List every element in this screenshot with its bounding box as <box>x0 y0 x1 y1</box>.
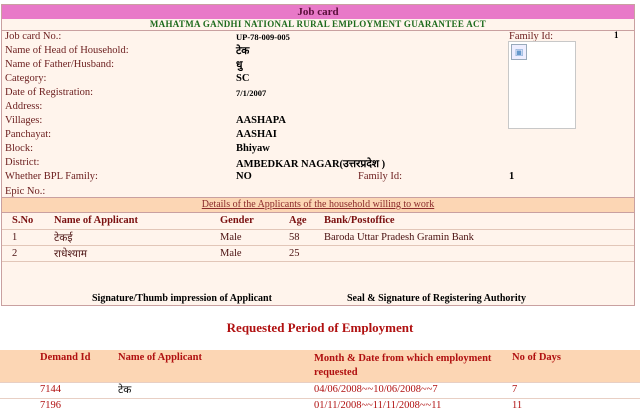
cell-sno: 1 <box>12 232 18 243</box>
col-applicant-name: Name of Applicant <box>118 352 202 363</box>
act-title: MAHATMA GANDHI NATIONAL RURAL EMPLOYMENT… <box>2 19 634 31</box>
table-row: 7196 01/11/2008~~11/11/2008~~11 11 <box>0 398 640 414</box>
label-category: Category: <box>5 73 47 84</box>
job-card-header: Job card <box>2 5 634 19</box>
label-date-registration: Date of Registration: <box>5 87 94 98</box>
cell-demand-id: 7196 <box>40 400 61 411</box>
table-row: 7144 टेक 04/06/2008~~10/06/2008~~7 7 <box>0 382 640 398</box>
job-card-panel: Job card MAHATMA GANDHI NATIONAL RURAL E… <box>1 4 635 306</box>
value-category: SC <box>236 73 250 84</box>
col-demand-id: Demand Id <box>40 352 91 363</box>
label-father-husband: Name of Father/Husband: <box>5 59 115 70</box>
col-name: Name of Applicant <box>54 215 138 226</box>
cell-sno: 2 <box>12 248 18 259</box>
cell-bank: Baroda Uttar Pradesh Gramin Bank <box>324 232 474 243</box>
family-id-label-2: Family Id: <box>358 171 403 182</box>
employment-table-header: Demand Id Name of Applicant Month & Date… <box>0 350 640 382</box>
cell-period: 04/06/2008~~10/06/2008~~7 <box>314 384 438 395</box>
col-month-date: Month & Date from which employment reque… <box>314 353 492 378</box>
table-row: 1 टेकई Male 58 Baroda Uttar Pradesh Gram… <box>2 229 634 245</box>
value-district: AMBEDKAR NAGAR(उत्तरप्रदेश ) <box>236 159 386 170</box>
family-id-value-2: 1 <box>509 171 515 182</box>
cell-gender: Male <box>220 248 242 259</box>
value-block: Bhiyaw <box>236 143 270 154</box>
label-district: District: <box>5 157 40 168</box>
label-block: Block: <box>5 143 33 154</box>
label-villages: Villages: <box>5 115 43 126</box>
applicants-details-title: Details of the Applicants of the househo… <box>2 197 634 213</box>
value-head-of-household: टेक <box>236 46 250 57</box>
label-head-of-household: Name of Head of Household: <box>5 45 129 56</box>
signature-authority: Seal & Signature of Registering Authorit… <box>347 293 526 304</box>
cell-demand-id: 7144 <box>40 384 61 395</box>
cell-applicant-name: टेक <box>118 385 132 396</box>
cell-days: 7 <box>512 384 518 395</box>
value-panchayat: AASHAI <box>236 129 277 140</box>
col-bank: Bank/Postoffice <box>324 215 395 226</box>
cell-period: 01/11/2008~~11/11/2008~~11 <box>314 400 442 411</box>
table-row: 2 राधेश्याम Male 25 <box>2 245 634 262</box>
cell-age: 25 <box>289 248 300 259</box>
label-epic-no: Epic No.: <box>5 186 46 197</box>
cell-days: 11 <box>512 400 523 411</box>
col-gender: Gender <box>220 215 254 226</box>
cell-gender: Male <box>220 232 242 243</box>
signature-applicant: Signature/Thumb impression of Applicant <box>92 293 272 304</box>
value-father-husband: धु <box>236 60 243 71</box>
cell-name: टेकई <box>54 233 73 244</box>
label-job-card-no: Job card No.: <box>5 31 62 42</box>
applicant-photo: ▣ <box>508 41 576 129</box>
label-panchayat: Panchayat: <box>5 129 52 140</box>
col-sno: S.No <box>12 215 34 226</box>
value-villages: AASHAPA <box>236 115 286 126</box>
broken-image-icon: ▣ <box>511 44 527 60</box>
cell-name: राधेश्याम <box>54 249 88 260</box>
label-bpl-family: Whether BPL Family: <box>5 171 98 182</box>
value-date-registration: 7/1/2007 <box>236 88 267 98</box>
value-job-card-no: UP-78-009-005 <box>236 32 290 42</box>
family-id-value: 1 <box>614 30 619 40</box>
label-address: Address: <box>5 101 43 112</box>
cell-age: 58 <box>289 232 300 243</box>
value-bpl-family: NO <box>236 171 252 182</box>
col-no-of-days: No of Days <box>512 352 561 363</box>
employment-title: Requested Period of Employment <box>226 320 414 335</box>
col-age: Age <box>289 215 307 226</box>
